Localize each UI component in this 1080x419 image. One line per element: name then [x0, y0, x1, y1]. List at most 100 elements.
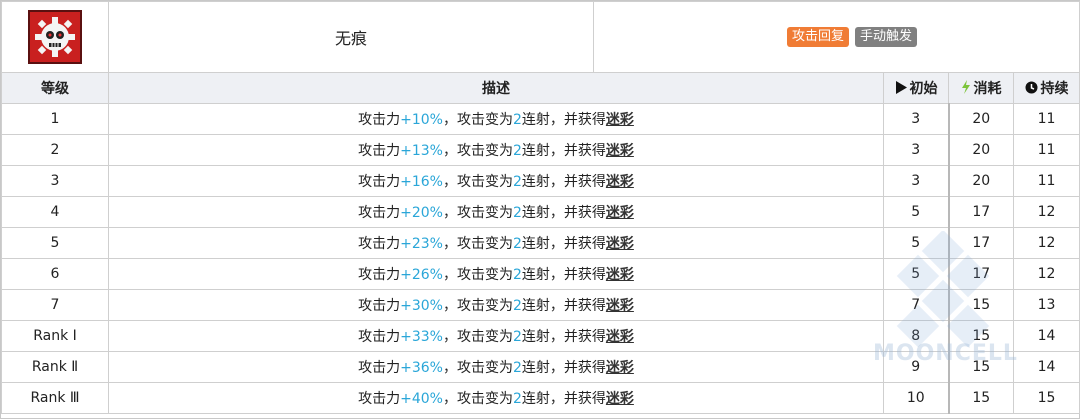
duration-cell: 13: [1012, 289, 1080, 321]
cost-cell: 20: [947, 165, 1014, 197]
desc-prefix: 攻击力: [358, 205, 401, 221]
desc-suffix: 连射，并获得: [521, 391, 606, 407]
desc-bonus: +33%: [400, 329, 443, 345]
desc-suffix: 连射，并获得: [521, 205, 606, 221]
table-row: 3 攻击力+16%，攻击变为2连射，并获得迷彩 3 20 11: [1, 165, 1080, 197]
col-cost-label: 消耗: [973, 81, 1002, 97]
col-init: 初始: [883, 72, 949, 104]
skill-icon-cell: [1, 1, 109, 73]
desc-prefix: 攻击力: [358, 236, 401, 252]
desc-suffix: 连射，并获得: [521, 329, 606, 345]
desc-bonus: +26%: [400, 267, 443, 283]
desc-mid: ，攻击变为: [442, 205, 513, 221]
desc-mid: ，攻击变为: [442, 112, 513, 128]
init-cell: 5: [883, 227, 949, 259]
keyword-link[interactable]: 迷彩: [606, 298, 634, 314]
level-cell: Rank Ⅰ: [1, 320, 109, 352]
skill-table: 无痕 攻击回复 手动触发 等级 描述 初始 消耗 持续 1 攻击力+10%，攻击变为…: [1, 1, 1080, 414]
desc-cell: 攻击力+30%，攻击变为2连射，并获得迷彩: [108, 289, 884, 321]
keyword-link[interactable]: 迷彩: [606, 329, 634, 345]
duration-cell: 14: [1012, 351, 1080, 383]
desc-mid: ，攻击变为: [442, 143, 513, 159]
desc-count: 2: [512, 236, 522, 252]
skill-table-panel: 无痕 攻击回复 手动触发 等级 描述 初始 消耗 持续 1 攻击力+10%，攻击变为…: [0, 0, 1080, 419]
desc-mid: ，攻击变为: [442, 298, 513, 314]
cost-cell: 20: [947, 103, 1014, 135]
desc-prefix: 攻击力: [358, 174, 401, 190]
col-duration-label: 持续: [1040, 81, 1069, 97]
desc-cell: 攻击力+10%，攻击变为2连射，并获得迷彩: [108, 103, 884, 135]
desc-count: 2: [512, 143, 522, 159]
desc-bonus: +23%: [400, 236, 443, 252]
column-header-row: 等级 描述 初始 消耗 持续: [1, 72, 1080, 104]
desc-mid: ，攻击变为: [442, 329, 513, 345]
desc-suffix: 连射，并获得: [521, 143, 606, 159]
desc-cell: 攻击力+16%，攻击变为2连射，并获得迷彩: [108, 165, 884, 197]
table-row: 7 攻击力+30%，攻击变为2连射，并获得迷彩 7 15 13: [1, 289, 1080, 321]
play-icon: [895, 81, 907, 98]
desc-prefix: 攻击力: [358, 329, 401, 345]
desc-cell: 攻击力+20%，攻击变为2连射，并获得迷彩: [108, 196, 884, 228]
desc-bonus: +20%: [400, 205, 443, 221]
table-row: 5 攻击力+23%，攻击变为2连射，并获得迷彩 5 17 12: [1, 227, 1080, 259]
init-cell: 7: [883, 289, 949, 321]
keyword-link[interactable]: 迷彩: [606, 236, 634, 252]
keyword-link[interactable]: 迷彩: [606, 143, 634, 159]
desc-count: 2: [512, 205, 522, 221]
level-cell: 4: [1, 196, 109, 228]
duration-cell: 12: [1012, 196, 1080, 228]
desc-suffix: 连射，并获得: [521, 267, 606, 283]
skill-tags: 攻击回复 手动触发: [592, 1, 1080, 73]
duration-cell: 11: [1012, 165, 1080, 197]
keyword-link[interactable]: 迷彩: [606, 391, 634, 407]
level-cell: Rank Ⅱ: [1, 351, 109, 383]
skill-header-row: 无痕 攻击回复 手动触发: [1, 1, 1080, 73]
desc-count: 2: [512, 298, 522, 314]
duration-cell: 11: [1012, 103, 1080, 135]
duration-cell: 12: [1012, 258, 1080, 290]
table-row: 4 攻击力+20%，攻击变为2连射，并获得迷彩 5 17 12: [1, 196, 1080, 228]
desc-cell: 攻击力+40%，攻击变为2连射，并获得迷彩: [108, 382, 884, 414]
cost-cell: 15: [947, 289, 1014, 321]
table-row: Rank Ⅲ 攻击力+40%，攻击变为2连射，并获得迷彩 10 15 15: [1, 382, 1080, 414]
desc-suffix: 连射，并获得: [521, 112, 606, 128]
desc-prefix: 攻击力: [358, 267, 401, 283]
keyword-link[interactable]: 迷彩: [606, 205, 634, 221]
desc-mid: ，攻击变为: [442, 360, 513, 376]
desc-prefix: 攻击力: [358, 298, 401, 314]
keyword-link[interactable]: 迷彩: [606, 360, 634, 376]
init-cell: 10: [883, 382, 949, 414]
col-cost: 消耗: [948, 72, 1014, 104]
desc-cell: 攻击力+23%，攻击变为2连射，并获得迷彩: [108, 227, 884, 259]
desc-count: 2: [512, 329, 522, 345]
init-cell: 3: [883, 165, 949, 197]
cost-cell: 15: [947, 382, 1014, 414]
cost-cell: 15: [947, 351, 1014, 383]
desc-suffix: 连射，并获得: [521, 298, 606, 314]
duration-cell: 15: [1012, 382, 1080, 414]
desc-suffix: 连射，并获得: [521, 360, 606, 376]
desc-suffix: 连射，并获得: [521, 174, 606, 190]
desc-prefix: 攻击力: [358, 391, 401, 407]
level-cell: 2: [1, 134, 109, 166]
keyword-link[interactable]: 迷彩: [606, 112, 634, 128]
duration-cell: 12: [1012, 227, 1080, 259]
desc-count: 2: [512, 360, 522, 376]
keyword-link[interactable]: 迷彩: [606, 267, 634, 283]
lightning-icon: [961, 80, 971, 98]
init-cell: 9: [883, 351, 949, 383]
keyword-link[interactable]: 迷彩: [606, 174, 634, 190]
table-row: Rank Ⅰ 攻击力+33%，攻击变为2连射，并获得迷彩 8 15 14: [1, 320, 1080, 352]
desc-count: 2: [512, 267, 522, 283]
desc-cell: 攻击力+36%，攻击变为2连射，并获得迷彩: [108, 351, 884, 383]
desc-count: 2: [512, 391, 522, 407]
desc-bonus: +36%: [400, 360, 443, 376]
col-desc: 描述: [108, 72, 884, 104]
desc-cell: 攻击力+33%，攻击变为2连射，并获得迷彩: [108, 320, 884, 352]
level-cell: 1: [1, 103, 109, 135]
init-cell: 3: [883, 103, 949, 135]
init-cell: 5: [883, 196, 949, 228]
table-row: 6 攻击力+26%，攻击变为2连射，并获得迷彩 5 17 12: [1, 258, 1080, 290]
desc-bonus: +30%: [400, 298, 443, 314]
desc-bonus: +10%: [400, 112, 443, 128]
